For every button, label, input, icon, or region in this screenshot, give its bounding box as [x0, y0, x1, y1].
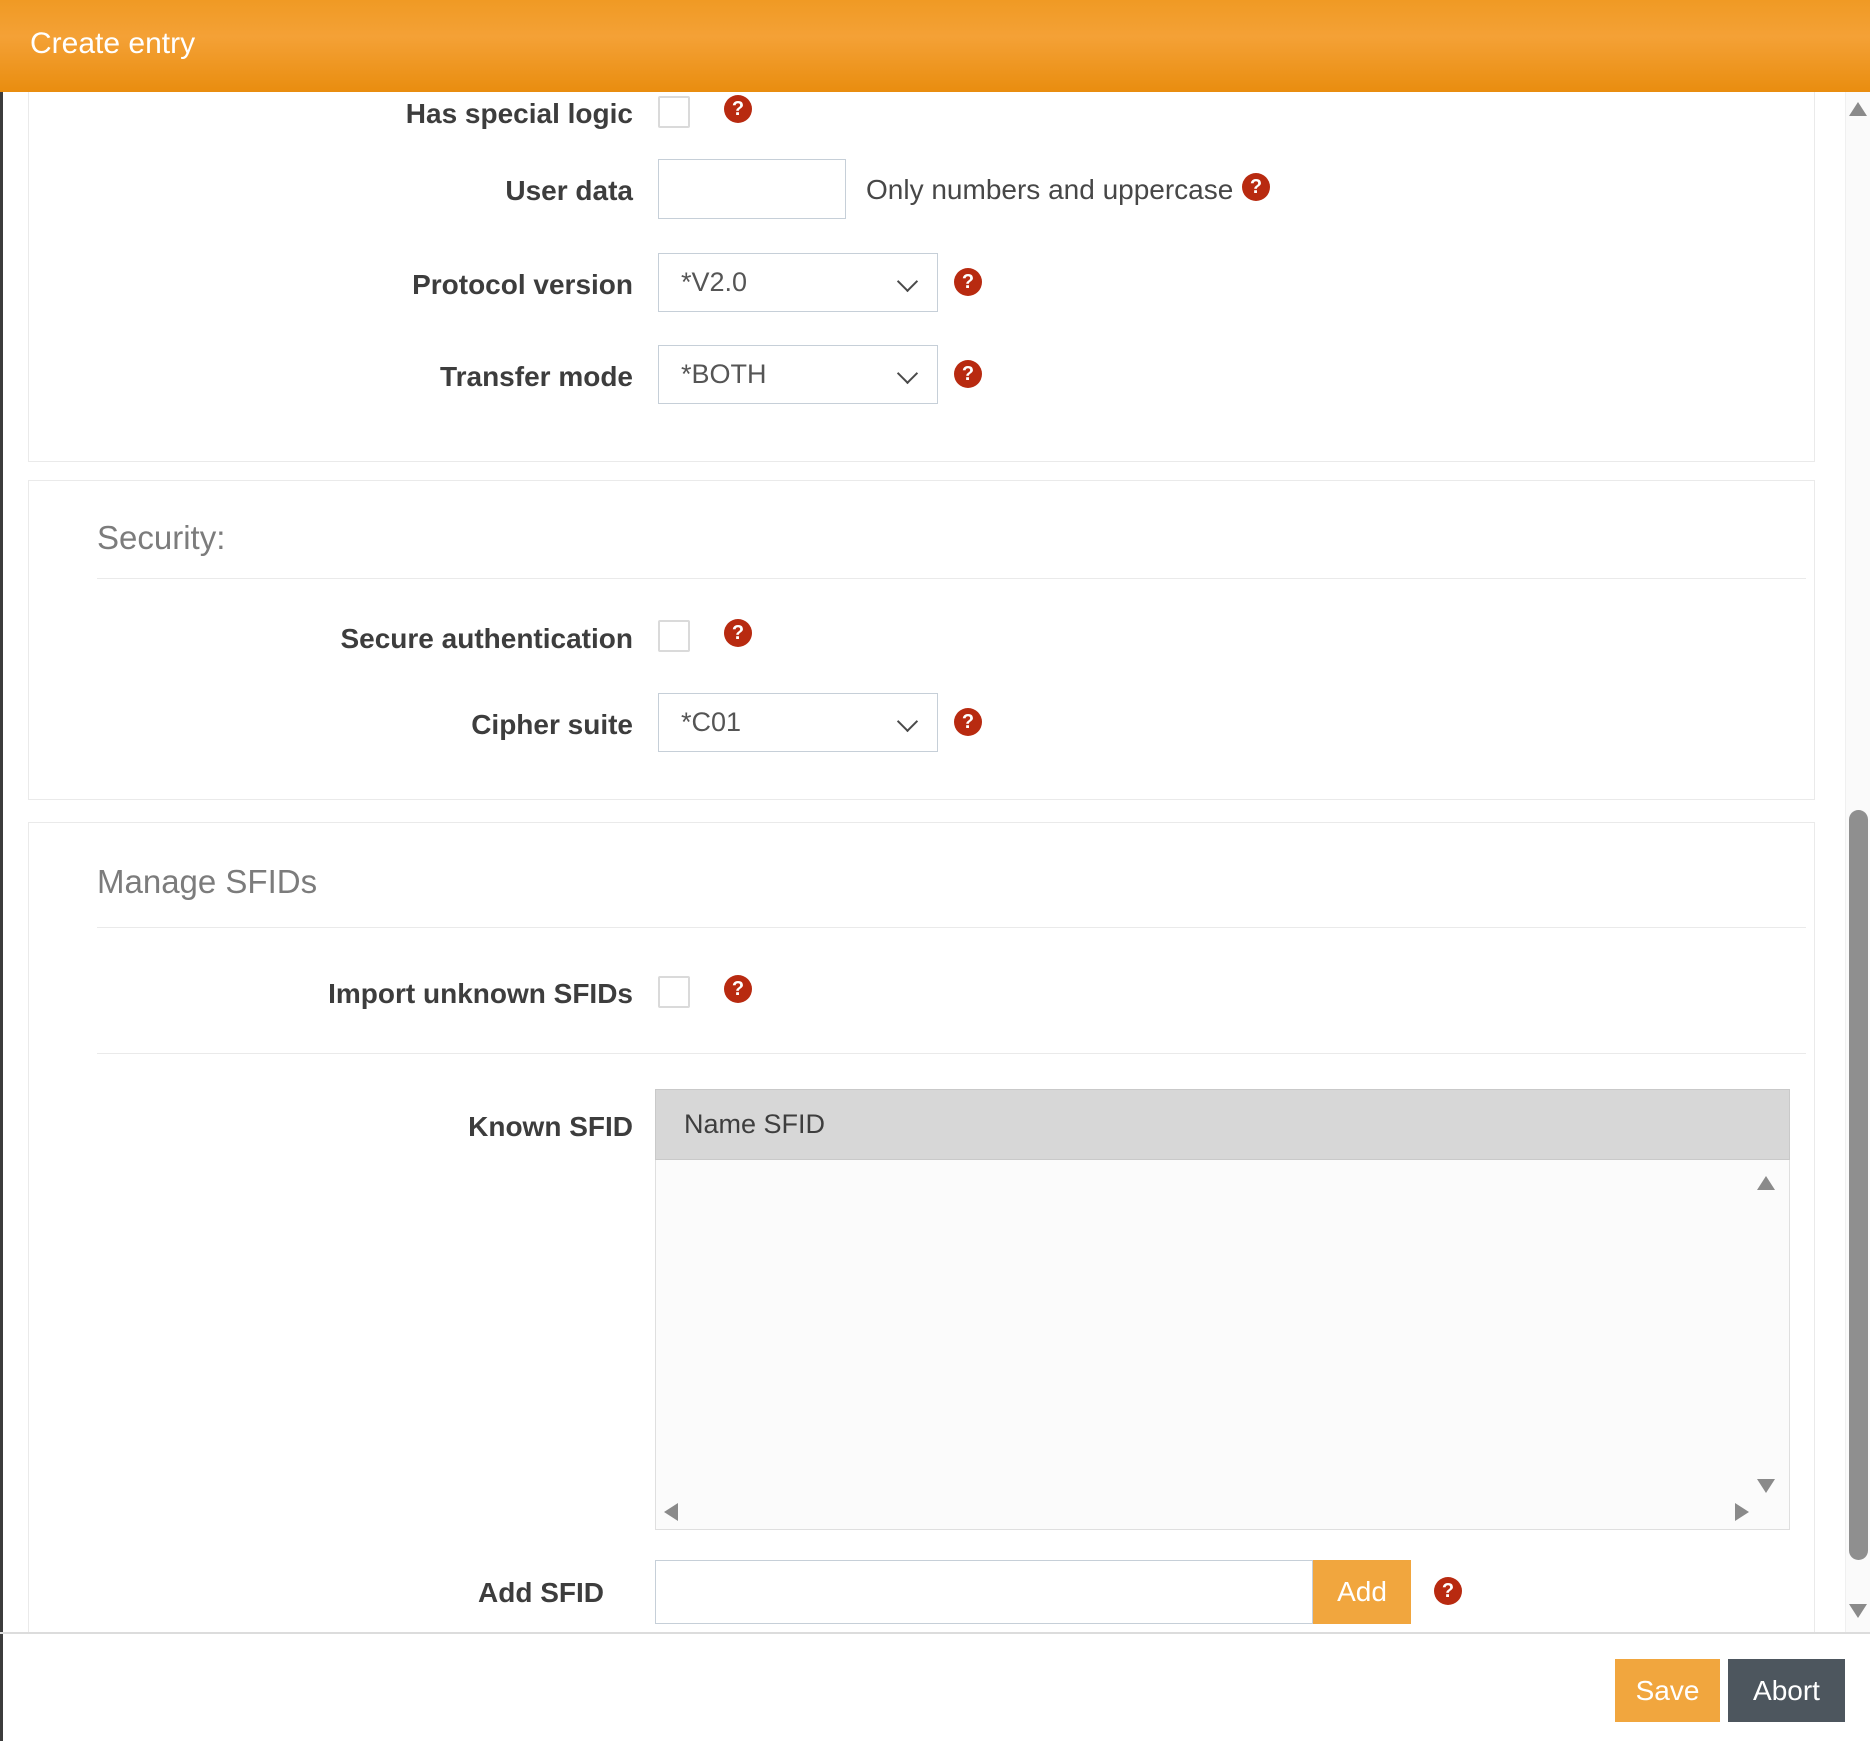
modal-header: Create entry: [0, 0, 1870, 92]
panel-security: Security: Secure authentication ? Cipher…: [28, 480, 1815, 800]
protocol-version-select[interactable]: *V2.0: [658, 253, 938, 312]
has-special-logic-label: Has special logic: [405, 98, 633, 129]
help-icon[interactable]: ?: [954, 708, 982, 736]
footer-divider: [0, 1632, 1870, 1634]
help-icon[interactable]: ?: [954, 360, 982, 388]
security-section-heading: Security:: [97, 519, 226, 556]
add-sfid-button[interactable]: Add: [1313, 1560, 1411, 1624]
transfer-mode-select[interactable]: *BOTH: [658, 345, 938, 404]
listbox-header: Name SFID: [655, 1089, 1790, 1160]
user-data-hint: Only numbers and uppercase: [866, 174, 1234, 205]
panel-general: Has special logic ? User data Only numbe…: [28, 50, 1815, 462]
modal-title: Create entry: [30, 27, 196, 60]
has-special-logic-checkbox[interactable]: [658, 96, 690, 128]
user-data-input[interactable]: [658, 159, 846, 219]
scroll-down-icon[interactable]: [1757, 1479, 1775, 1493]
scroll-left-icon[interactable]: [664, 1503, 678, 1521]
cipher-suite-value: *C01: [681, 707, 742, 737]
page-scrollbar[interactable]: [1845, 92, 1870, 1632]
protocol-version-label: Protocol version: [412, 269, 633, 300]
save-button[interactable]: Save: [1615, 1659, 1720, 1722]
known-sfid-listbox[interactable]: Name SFID: [655, 1089, 1790, 1530]
secure-authentication-label: Secure authentication: [340, 623, 633, 654]
manage-sfids-section-heading: Manage SFIDs: [97, 863, 318, 900]
listbox-header-label: Name SFID: [684, 1109, 826, 1139]
create-entry-modal: Has special logic ? User data Only numbe…: [0, 0, 1870, 1741]
chevron-down-icon: [896, 270, 919, 293]
add-sfid-label: Add SFID: [478, 1577, 604, 1608]
chevron-down-icon: [896, 362, 919, 385]
known-sfid-label: Known SFID: [468, 1111, 633, 1142]
divider: [97, 578, 1806, 579]
scroll-up-icon[interactable]: [1757, 1176, 1775, 1190]
help-icon[interactable]: ?: [1242, 173, 1270, 201]
divider: [97, 1053, 1806, 1054]
scrollbar-up-icon[interactable]: [1849, 102, 1867, 116]
cipher-suite-label: Cipher suite: [471, 709, 633, 740]
cipher-suite-select[interactable]: *C01: [658, 693, 938, 752]
page-edge-strip: [0, 92, 3, 1741]
transfer-mode-label: Transfer mode: [440, 361, 633, 392]
help-icon[interactable]: ?: [724, 95, 752, 123]
divider: [97, 927, 1806, 928]
listbox-body[interactable]: [655, 1160, 1790, 1530]
chevron-down-icon: [896, 710, 919, 733]
user-data-label: User data: [505, 175, 633, 206]
add-sfid-input[interactable]: [655, 1560, 1313, 1624]
scrollbar-thumb[interactable]: [1849, 810, 1868, 1560]
scroll-right-icon[interactable]: [1735, 1503, 1749, 1521]
transfer-mode-value: *BOTH: [681, 359, 767, 389]
help-icon[interactable]: ?: [1434, 1577, 1462, 1605]
help-icon[interactable]: ?: [724, 619, 752, 647]
help-icon[interactable]: ?: [724, 975, 752, 1003]
secure-authentication-checkbox[interactable]: [658, 620, 690, 652]
import-unknown-sfids-label: Import unknown SFIDs: [328, 978, 633, 1009]
scrollbar-down-icon[interactable]: [1849, 1604, 1867, 1618]
protocol-version-value: *V2.0: [681, 267, 748, 297]
help-icon[interactable]: ?: [954, 268, 982, 296]
import-unknown-sfids-checkbox[interactable]: [658, 976, 690, 1008]
abort-button[interactable]: Abort: [1728, 1659, 1845, 1722]
